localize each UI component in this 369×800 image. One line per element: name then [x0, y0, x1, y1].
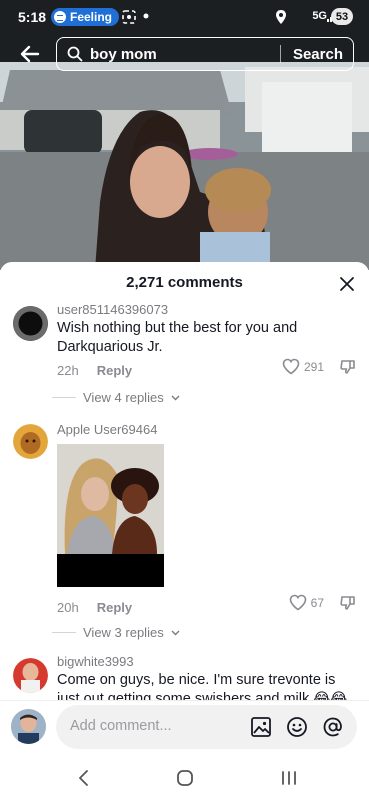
nav-back-icon[interactable]: [76, 769, 90, 787]
like-count: 67: [310, 595, 324, 610]
nav-recents-icon[interactable]: [280, 769, 298, 787]
search-input[interactable]: boy mom: [90, 46, 280, 63]
system-navigation-bar: [0, 756, 369, 800]
my-avatar: [11, 709, 46, 744]
mention-icon[interactable]: [322, 716, 344, 738]
view-replies-label: View 4 replies: [83, 390, 164, 405]
notification-dot-icon: [143, 13, 149, 19]
comment-time: 22h: [57, 363, 79, 378]
search-icon: [67, 46, 83, 62]
comment-username[interactable]: Apple User69464: [57, 422, 157, 437]
comment-text: Come on guys, be nice. I'm sure trevonte…: [57, 672, 348, 700]
chevron-down-icon: [171, 395, 180, 400]
comment-image[interactable]: [57, 444, 164, 587]
location-icon: [276, 10, 286, 24]
reply-button[interactable]: Reply: [97, 600, 132, 615]
comment-item: Apple User69464 20h Reply 67 View 3 repl…: [0, 420, 369, 640]
comment-meta: 22h Reply: [57, 363, 132, 378]
reply-button[interactable]: Reply: [97, 363, 132, 378]
comment-meta: 20h Reply: [57, 600, 132, 615]
spotify-now-playing-pill[interactable]: Feeling: [51, 8, 120, 26]
status-bar: 5:18 Feeling 5G 53: [0, 0, 369, 34]
avatar[interactable]: [13, 658, 48, 693]
view-replies-label: View 3 replies: [83, 625, 164, 640]
dislike-icon[interactable]: [339, 358, 357, 376]
comment-item: user851146396073 Wish nothing but the be…: [0, 300, 369, 410]
chevron-down-icon: [171, 630, 180, 635]
emoji-icon[interactable]: [286, 716, 308, 738]
comment-input-placeholder: Add comment...: [70, 718, 172, 734]
like-count: 291: [303, 359, 324, 374]
network-type: 5G: [312, 10, 327, 22]
dislike-icon[interactable]: [339, 594, 357, 612]
image-icon[interactable]: [250, 716, 272, 738]
comment-input[interactable]: Add comment...: [56, 705, 357, 749]
battery-indicator: 53: [331, 8, 353, 25]
spotify-icon: [54, 11, 66, 23]
screenshot-icon: [122, 10, 136, 24]
comments-count-title: 2,271 comments: [126, 274, 243, 291]
comment-time: 20h: [57, 600, 79, 615]
comment-text: Wish nothing but the best for you and Da…: [57, 320, 298, 355]
comment-composer: Add comment...: [0, 700, 369, 756]
like-button[interactable]: 291: [282, 358, 324, 375]
video-backdrop: 5:18 Feeling 5G 53 boy mom Search: [0, 0, 369, 270]
back-arrow-icon[interactable]: [18, 42, 42, 66]
avatar[interactable]: [13, 306, 48, 341]
avatar[interactable]: [13, 424, 48, 459]
close-icon[interactable]: [339, 276, 355, 292]
view-replies-button[interactable]: View 4 replies: [52, 390, 180, 405]
search-bar[interactable]: boy mom Search: [56, 37, 354, 71]
video-thumbnail: [0, 62, 369, 270]
comment-username[interactable]: user851146396073: [57, 302, 168, 317]
search-header: boy mom Search: [0, 34, 369, 74]
comment-username[interactable]: bigwhite3993: [57, 654, 134, 669]
battery-level: 53: [335, 10, 349, 23]
search-button[interactable]: Search: [281, 46, 353, 63]
nav-home-icon[interactable]: [176, 769, 194, 787]
like-button[interactable]: 67: [289, 594, 324, 611]
spotify-label: Feeling: [70, 10, 113, 24]
replies-divider: [52, 397, 76, 398]
view-replies-button[interactable]: View 3 replies: [52, 625, 180, 640]
heart-icon: [282, 358, 300, 375]
heart-icon: [289, 594, 306, 611]
status-time: 5:18: [18, 9, 47, 25]
replies-divider: [52, 632, 76, 633]
comment-item: bigwhite3993 Come on guys, be nice. I'm …: [0, 652, 369, 700]
